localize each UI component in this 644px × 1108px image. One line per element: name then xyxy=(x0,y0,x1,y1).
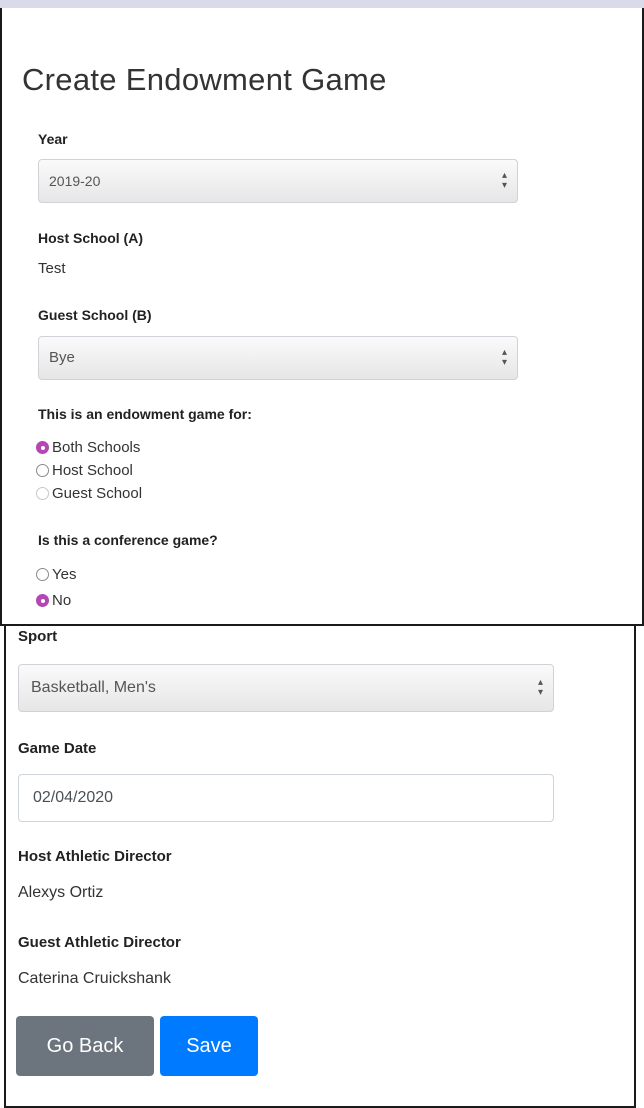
conference-label: Is this a conference game? xyxy=(38,532,218,548)
radio-checked-icon[interactable] xyxy=(36,441,49,454)
radio-guest-school-label: Guest School xyxy=(52,485,143,502)
radio-conference-yes[interactable]: Yes xyxy=(36,566,76,583)
page-title: Create Endowment Game xyxy=(22,62,387,97)
radio-unchecked-icon[interactable] xyxy=(36,464,49,477)
select-arrows-icon: ▴ ▾ xyxy=(537,677,543,698)
game-date-value: 02/04/2020 xyxy=(33,789,114,806)
year-select-value: 2019-20 xyxy=(49,173,101,189)
radio-both-schools-label: Both Schools xyxy=(52,439,141,456)
radio-guest-school[interactable]: Guest School xyxy=(36,485,142,502)
host-school-value: Test xyxy=(38,260,66,277)
year-label: Year xyxy=(38,131,68,147)
select-arrows-icon: ▴ ▾ xyxy=(501,170,507,191)
radio-unchecked-icon[interactable] xyxy=(36,487,49,500)
guest-school-label: Guest School (B) xyxy=(38,307,152,323)
radio-both-schools[interactable]: Both Schools xyxy=(36,439,140,456)
host-school-label: Host School (A) xyxy=(38,230,143,246)
radio-host-school[interactable]: Host School xyxy=(36,462,133,479)
go-back-button[interactable]: Go Back xyxy=(16,1016,154,1076)
endowment-for-label: This is an endowment game for: xyxy=(38,406,252,422)
year-select[interactable]: 2019-20 ▴ ▾ xyxy=(38,159,518,203)
form-panel-top: Create Endowment Game Year 2019-20 ▴ ▾ Ho… xyxy=(0,8,644,626)
guest-ad-label: Guest Athletic Director xyxy=(18,934,181,951)
sport-label: Sport xyxy=(18,628,58,645)
save-button[interactable]: Save xyxy=(160,1016,258,1076)
host-ad-label: Host Athletic Director xyxy=(18,848,172,865)
radio-no-label: No xyxy=(52,592,72,609)
sport-select[interactable]: Basketball, Men's ▴ ▾ xyxy=(18,664,554,712)
game-date-label: Game Date xyxy=(18,740,97,757)
guest-school-select[interactable]: Bye ▴ ▾ xyxy=(38,336,518,380)
guest-ad-value: Caterina Cruickshank xyxy=(18,970,171,987)
guest-school-select-value: Bye xyxy=(49,349,75,366)
radio-host-school-label: Host School xyxy=(52,462,133,479)
radio-yes-label: Yes xyxy=(52,566,77,583)
radio-checked-icon[interactable] xyxy=(36,594,49,607)
select-arrows-icon: ▴ ▾ xyxy=(501,347,507,368)
sport-select-value: Basketball, Men's xyxy=(31,679,156,696)
game-date-input[interactable]: 02/04/2020 xyxy=(18,774,554,822)
radio-conference-no[interactable]: No xyxy=(36,592,71,609)
form-panel-bottom: Sport Basketball, Men's ▴ ▾ Game Date 02/… xyxy=(4,624,636,1108)
radio-unchecked-icon[interactable] xyxy=(36,568,49,581)
host-ad-value: Alexys Ortiz xyxy=(18,884,104,901)
